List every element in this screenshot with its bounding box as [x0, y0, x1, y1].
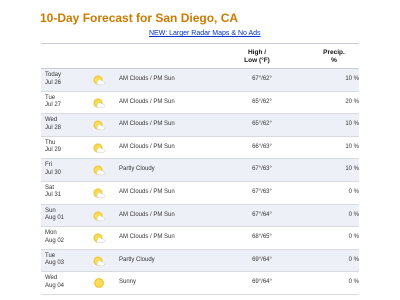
table-row: Wed Aug 04 Sunny 69°/64° 0 %: [41, 272, 359, 295]
row-precip: 10 %: [345, 121, 359, 128]
row-date-text: Aug 02: [45, 237, 65, 244]
forecast-rows: Today Jul 26 AM Clouds / PM Sun 67°/62° 10 %…: [41, 69, 359, 295]
row-condition: AM Clouds / PM Sun: [119, 76, 175, 82]
table-row: Tue Aug 03 Partly Cloudy 69°/64° 0 %: [41, 249, 359, 273]
partly-sunny-icon: [92, 163, 106, 177]
partly-sunny-icon: [92, 118, 106, 132]
table-row: Wed Jul 28 AM Clouds / PM Sun 65°/62° 10 %: [41, 114, 359, 137]
precip-header-line1: Precip.: [323, 49, 345, 56]
table-row: Mon Aug 02 AM Clouds / PM Sun 68°/65° 0 %: [41, 227, 359, 250]
table-row: Sat Jul 31 AM Clouds / PM Sun 67°/63° 0 %: [41, 182, 359, 205]
row-condition: Partly Cloudy: [119, 256, 155, 263]
row-temps: 67°/62°: [252, 76, 272, 82]
row-temps: 66°/63°: [252, 143, 272, 150]
row-day: Tue: [45, 252, 56, 259]
row-precip: 10 %: [345, 76, 359, 82]
row-date: Sat Jul 31: [45, 185, 61, 200]
row-condition: AM Clouds / PM Sun: [119, 188, 175, 195]
table-row: Sun Aug 01 AM Clouds / PM Sun 67°/64° 0 %: [41, 204, 359, 228]
row-condition: Partly Cloudy: [119, 166, 155, 173]
row-date: Sun Aug 01: [45, 208, 64, 223]
row-date-text: Jul 28: [45, 124, 62, 131]
row-temps: 65°/62°: [252, 121, 272, 128]
row-date: Tue Jul 27: [45, 95, 61, 110]
row-date: Wed Aug 04: [45, 275, 64, 290]
forecast-table: High / Low (°F) Precip. % Today Jul 26 AM …: [41, 43, 359, 295]
partly-sunny-icon: [92, 186, 106, 200]
row-precip: 0 %: [348, 234, 359, 241]
row-date: Fri Jul 30: [45, 162, 61, 177]
row-date-text: Aug 03: [45, 260, 65, 267]
row-temps: 69°/64°: [252, 279, 272, 286]
row-precip: 0 %: [348, 188, 359, 195]
row-day: Fri: [45, 162, 52, 169]
row-condition: AM Clouds / PM Sun: [119, 211, 175, 218]
row-day: Sat: [45, 184, 55, 191]
row-temps: 67°/64°: [252, 211, 272, 218]
row-date-text: Aug 04: [45, 282, 65, 289]
row-temps: 67°/63°: [252, 166, 272, 173]
high-low-header-line2: Low (°F): [244, 57, 270, 64]
row-day: Wed: [45, 275, 58, 282]
row-temps: 69°/64°: [252, 256, 272, 263]
table-header: High / Low (°F) Precip. %: [41, 44, 359, 69]
row-condition: AM Clouds / PM Sun: [119, 143, 175, 150]
row-temps: 65°/62°: [252, 98, 272, 105]
promo-link[interactable]: NEW: Larger Radar Maps & No Ads: [149, 30, 261, 37]
partly-sunny-icon: [92, 141, 106, 155]
table-row: Today Jul 26 AM Clouds / PM Sun 67°/62° 10 %: [41, 69, 359, 92]
partly-sunny-icon: [92, 73, 106, 87]
row-condition: Sunny: [119, 279, 137, 286]
row-condition: AM Clouds / PM Sun: [119, 234, 175, 241]
row-day: Sun: [45, 207, 56, 214]
row-date-text: Jul 26: [45, 79, 62, 86]
row-date-text: Aug 01: [45, 215, 65, 222]
row-date: Tue Aug 03: [45, 253, 64, 268]
row-date: Mon Aug 02: [45, 230, 64, 245]
row-precip: 0 %: [348, 256, 359, 263]
row-date-text: Jul 31: [45, 192, 62, 199]
partly-sunny-icon: [92, 96, 106, 110]
high-low-header: High / Low (°F): [227, 49, 287, 65]
row-temps: 67°/63°: [252, 188, 272, 195]
row-date: Thu Jul 29: [45, 140, 61, 155]
row-date-text: Jul 29: [45, 147, 62, 154]
row-precip: 10 %: [345, 143, 359, 150]
high-low-header-line1: High /: [247, 49, 267, 56]
row-date-text: Jul 27: [45, 102, 62, 109]
row-precip: 20 %: [345, 98, 359, 105]
table-row: Fri Jul 30 Partly Cloudy 67°/63° 10 %: [41, 159, 359, 182]
partly-sunny-icon: [92, 231, 106, 245]
row-date-text: Jul 30: [45, 169, 62, 176]
row-date: Wed Jul 28: [45, 117, 61, 132]
precip-header-line2: %: [331, 57, 337, 64]
table-row: Thu Jul 29 AM Clouds / PM Sun 66°/63° 10 %: [41, 137, 359, 160]
row-condition: AM Clouds / PM Sun: [119, 121, 175, 128]
sun-icon: [92, 276, 106, 290]
table-row: Tue Jul 27 AM Clouds / PM Sun 65°/62° 20 %: [41, 92, 359, 115]
row-day: Mon: [45, 230, 57, 237]
precip-header: Precip. %: [309, 49, 359, 65]
page-title: 10-Day Forecast for San Diego, CA: [40, 11, 239, 25]
row-temps: 68°/65°: [252, 234, 272, 241]
row-day: Thu: [45, 139, 56, 146]
row-condition: AM Clouds / PM Sun: [119, 98, 175, 105]
partly-sunny-icon: [92, 254, 106, 268]
row-day: Wed: [45, 117, 58, 124]
row-day: Today: [45, 72, 62, 78]
row-date: Today Jul 26: [45, 72, 61, 87]
row-day: Tue: [45, 94, 56, 101]
row-precip: 0 %: [348, 211, 359, 218]
row-precip: 10 %: [345, 166, 359, 173]
row-precip: 0 %: [348, 279, 359, 286]
partly-sunny-icon: [92, 209, 106, 223]
